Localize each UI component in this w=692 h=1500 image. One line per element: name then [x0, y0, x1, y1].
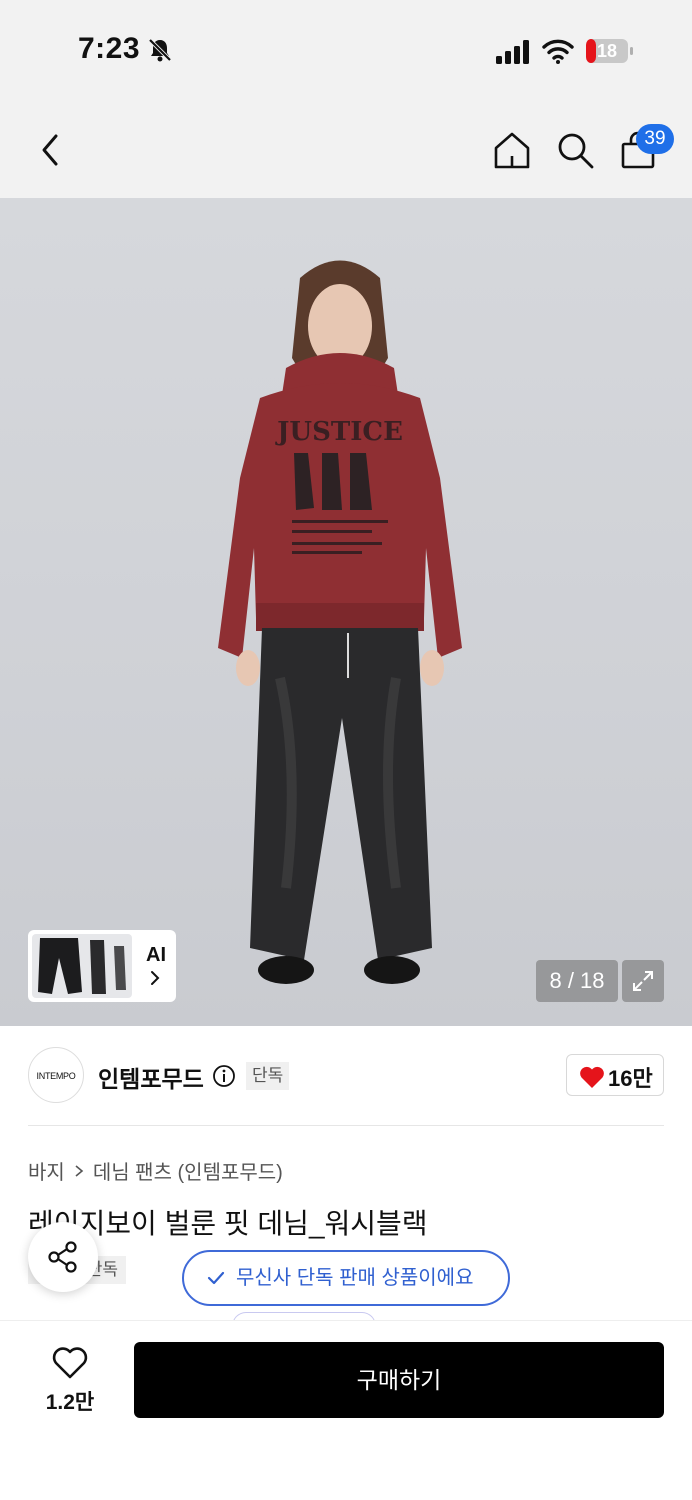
- share-button[interactable]: [28, 1222, 98, 1292]
- ai-label[interactable]: AI: [146, 944, 166, 967]
- exclusive-notice: 무신사 단독 판매 상품이에요: [182, 1250, 510, 1306]
- ai-thumbnail: [32, 934, 132, 998]
- product-image[interactable]: JUSTICE: [0, 198, 692, 1026]
- check-icon: [207, 1271, 225, 1285]
- svg-text:JUSTICE: JUSTICE: [275, 417, 403, 447]
- brand-like-count: 16만: [608, 1066, 653, 1091]
- share-icon: [48, 1241, 77, 1273]
- status-time: 7:23: [78, 32, 141, 65]
- cart-count-badge: 39: [636, 124, 674, 154]
- exclusive-tag: 단독: [246, 1062, 290, 1090]
- home-icon[interactable]: [492, 130, 532, 170]
- breadcrumb-subcategory[interactable]: 데님 팬츠 (인템포무드): [93, 1156, 283, 1185]
- battery-level: 18: [596, 41, 618, 61]
- signal-icon: [496, 40, 529, 64]
- model-photo: JUSTICE: [218, 260, 462, 984]
- search-icon[interactable]: [555, 130, 595, 170]
- exclusive-notice-text: 무신사 단독 판매 상품이에요: [236, 1267, 474, 1289]
- buy-button[interactable]: 구매하기: [134, 1342, 664, 1418]
- chevron-right-icon: [75, 1164, 84, 1177]
- brand-logo[interactable]: INTEMPO: [28, 1047, 84, 1103]
- jeans-thumbnail-icon: [38, 938, 126, 994]
- expand-button[interactable]: [622, 960, 664, 1002]
- chevron-right-icon: [151, 971, 160, 985]
- info-icon[interactable]: [212, 1064, 236, 1088]
- heart-outline-icon[interactable]: [52, 1346, 88, 1380]
- image-counter: 8 / 18: [536, 960, 618, 1002]
- brand-name[interactable]: 인템포무드: [98, 1060, 204, 1094]
- wifi-icon: [542, 39, 574, 64]
- back-icon[interactable]: [32, 130, 72, 170]
- breadcrumb-category[interactable]: 바지: [28, 1156, 65, 1185]
- divider: [28, 1125, 664, 1126]
- wish-count: 1.2만: [45, 1391, 95, 1414]
- status-bar: 7:23 18: [0, 0, 692, 100]
- heart-filled-icon: [580, 1066, 604, 1088]
- bell-slash-icon: [148, 38, 172, 62]
- breadcrumb: 바지 데님 팬츠 (인템포무드): [28, 1156, 283, 1185]
- expand-icon: [633, 971, 653, 991]
